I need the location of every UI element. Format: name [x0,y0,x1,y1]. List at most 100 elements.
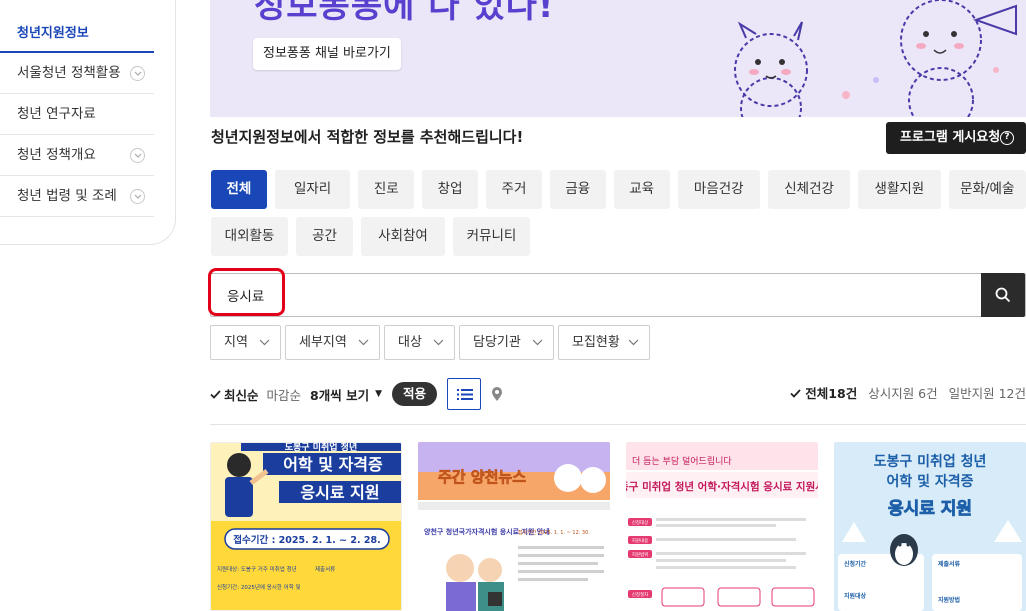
subregion-select[interactable]: 세부지역 [285,325,380,360]
card-poster-image: 주간 양천뉴스 양천구 청년국가자격시험 응시료 지원 안내 접수기간 2025… [418,442,610,611]
card1-note1: 지원대상: 도봉구 거주 미취업 청년 [217,565,297,573]
search-input[interactable] [211,274,981,316]
category-chip-external-activities[interactable]: 대외활동 [211,217,288,256]
category-chip-career[interactable]: 진로 [358,170,415,209]
sort-deadline[interactable]: 마감순 [267,385,302,404]
category-chip-all[interactable]: 전체 [211,170,267,209]
card-poster-image: 도봉구 미취업 청년 어학 및 자격증 응시료 지원 접수기간 : 2025. … [211,443,401,610]
card4-title2: 어학 및 자격증 [886,473,973,490]
card3-badge1: 신청대상 [632,519,649,526]
channel-link-button[interactable]: 정보퐁퐁 채널 바로가기 [253,38,401,70]
subregion-select-label: 세부지역 [299,335,347,350]
sort-latest[interactable]: 최신순 [224,385,259,404]
count-total[interactable]: 전체18건 [805,386,857,401]
card2-meta: 접수기간 2025. 1. 1. ~ 12. 30. [518,529,590,536]
sidebar-item-label: 청년 연구자료 [17,106,96,122]
agency-select-label: 담당기관 [473,335,521,350]
count-general[interactable]: 일반지원 12건 [949,386,1026,401]
card1-period: 접수기간 : 2025. 2. 1. ~ 2. 28. [233,534,380,546]
category-chip-culture-arts[interactable]: 문화/예술 [948,170,1026,209]
program-card[interactable]: 도봉구 미취업 청년 어학 및 자격증 응시료 지원 신청기간 지원대상 제출서… [834,442,1026,611]
agency-select[interactable]: 담당기관 [459,325,554,360]
sidebar-cut-item [18,2,148,8]
card4-label2: 지원대상 [844,592,867,600]
card1-title-main: 어학 및 자격증 [283,455,383,474]
check-icon [210,389,221,399]
sort-bar: 최신순 마감순 8개씩 보기 ▼ 적용 전체18건 상시지원 6건 일반지원 1… [210,378,1026,410]
category-chip-community[interactable]: 커뮤니티 [453,217,530,256]
card4-label3: 제출서류 [938,560,961,568]
search-icon [995,287,1011,303]
sidebar-item-seoul-policy[interactable]: 서울청년 정책활용 [0,53,154,94]
left-sidebar: 청년지원정보 서울청년 정책활용 청년 연구자료 청년 정책개요 청년 법령 및… [0,0,176,245]
sidebar-item-label: 서울청년 정책활용 [17,65,121,81]
category-chip-education[interactable]: 교육 [613,170,670,209]
category-chip-startup[interactable]: 창업 [422,170,479,209]
card1-note2: 신청기간: 2025년에 응시한 어학 및 [217,583,301,591]
sidebar-item-policy-overview[interactable]: 청년 정책개요 [0,135,154,176]
category-filter: 전체 일자리 진로 창업 주거 금융 교육 마음건강 신체건강 생활지원 문화/… [211,170,1026,264]
chevron-down-icon [628,339,639,346]
program-card[interactable]: 주간 양천뉴스 양천구 청년국가자격시험 응시료 지원 안내 접수기간 2025… [418,442,610,611]
banner-headline: 정보퐁퐁에 다 있다! [254,0,555,26]
recruit-status-select-label: 모집현황 [572,335,620,350]
program-card[interactable]: 더 듬는 부담 덜어드립니다 성동구 미취업 청년 어학·자격시험 응시료 지원… [626,442,818,611]
chevron-down-icon[interactable] [130,148,145,163]
mascot-illustration [734,0,1017,117]
promo-banner: 정보퐁퐁에 다 있다! 정보퐁퐁 채널 바로가기 [210,0,1026,117]
result-counts: 전체18건 상시지원 6건 일반지원 12건 [790,378,1026,410]
category-chip-space[interactable]: 공간 [296,217,353,256]
program-card[interactable]: 도봉구 미취업 청년 어학 및 자격증 응시료 지원 접수기간 : 2025. … [210,442,402,611]
card1-title-sub: 응시료 지원 [300,483,379,502]
apply-button[interactable]: 적용 [392,382,438,406]
card4-title3: 응시료 지원 [888,499,972,519]
chevron-down-icon [259,339,270,346]
category-chip-finance[interactable]: 금융 [549,170,606,209]
sidebar-item-label: 청년 법령 및 조례 [17,188,117,204]
chevron-down-icon [532,339,543,346]
search-bar [210,273,1026,317]
search-button[interactable] [981,273,1025,317]
map-pin-icon [492,387,503,401]
target-select[interactable]: 대상 [384,325,455,360]
sidebar-item-youth-support[interactable]: 청년지원정보 [0,15,154,53]
list-icon [457,389,474,400]
category-chip-mental-health[interactable]: 마음건강 [677,170,760,209]
target-select-label: 대상 [398,335,422,350]
category-chip-physical-health[interactable]: 신체건강 [767,170,851,209]
chevron-down-icon [358,339,369,346]
count-always[interactable]: 상시지원 6건 [868,386,937,401]
region-select-label: 지역 [224,335,248,350]
chevron-down-icon[interactable] [130,189,145,204]
per-page-select[interactable]: 8개씩 보기 [310,385,369,404]
card4-label4: 지원방법 [938,596,960,604]
check-icon [790,389,801,398]
category-chip-social-participation[interactable]: 사회참여 [361,217,445,256]
category-chip-housing[interactable]: 주거 [486,170,542,209]
chevron-down-icon[interactable] [130,66,145,81]
recruit-status-select[interactable]: 모집현황 [558,325,650,360]
card3-title: 성동구 미취업 청년 어학·자격시험 응시료 지원사업 [626,480,818,493]
sidebar-item-label: 청년지원정보 [17,26,89,41]
program-request-button[interactable]: 프로그램 게시요청 ? [886,122,1026,154]
category-chip-living-support[interactable]: 생활지원 [858,170,941,209]
card3-badge4: 신청절차 [632,591,649,598]
region-select[interactable]: 지역 [210,325,281,360]
card4-title1: 도봉구 미취업 청년 [874,454,987,470]
sort-options: 최신순 마감순 8개씩 보기 ▼ 적용 [210,378,513,410]
sidebar-item-research[interactable]: 청년 연구자료 [0,94,154,135]
chevron-down-icon [433,339,444,346]
section-divider [210,424,1026,425]
map-view-toggle[interactable] [481,378,513,410]
category-chip-jobs[interactable]: 일자리 [274,170,351,209]
sidebar-menu: 청년지원정보 서울청년 정책활용 청년 연구자료 청년 정책개요 청년 법령 및… [0,15,154,217]
card-poster-image: 도봉구 미취업 청년 어학 및 자격증 응시료 지원 신청기간 지원대상 제출서… [834,442,1026,611]
sidebar-item-laws[interactable]: 청년 법령 및 조례 [0,176,154,217]
program-request-label: 프로그램 게시요청 [900,130,1001,145]
card-poster-image: 더 듬는 부담 덜어드립니다 성동구 미취업 청년 어학·자격시험 응시료 지원… [626,442,818,611]
recommend-title: 청년지원정보에서 적합한 정보를 추천해드립니다! [211,128,524,146]
category-row-2: 대외활동 공간 사회참여 커뮤니티 [211,217,1026,256]
card2-title: 주간 양천뉴스 [438,468,526,486]
list-view-toggle[interactable] [447,378,482,410]
sidebar-item-label: 청년 정책개요 [17,147,96,163]
